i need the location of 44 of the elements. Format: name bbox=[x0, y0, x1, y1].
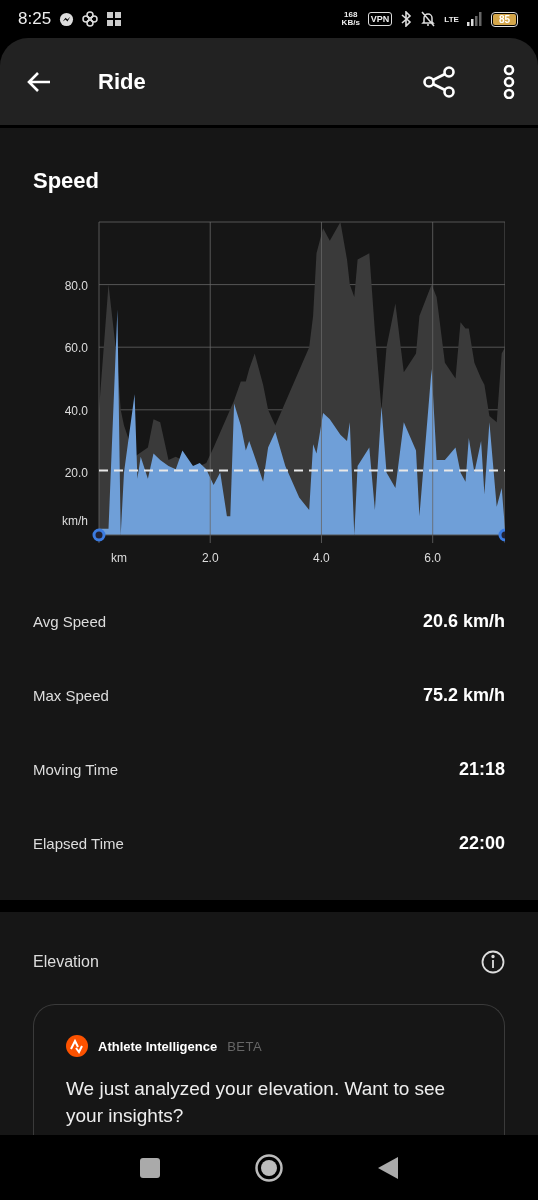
section-title: Elevation bbox=[33, 953, 99, 971]
y-tick-label: 40.0 bbox=[64, 403, 88, 418]
home-button[interactable] bbox=[255, 1153, 283, 1182]
x-tick-label: 2.0 bbox=[201, 551, 219, 565]
network-type: LTE bbox=[444, 14, 459, 24]
pinwheel-icon bbox=[82, 11, 99, 27]
stat-value: 75.2 km/h bbox=[422, 684, 505, 706]
back-nav-button[interactable] bbox=[378, 1156, 398, 1179]
stat-value: 21:18 bbox=[458, 758, 505, 780]
status-time: 8:25 bbox=[18, 9, 52, 29]
battery-indicator: 85 bbox=[490, 11, 518, 27]
app-logo-icon bbox=[66, 1035, 88, 1057]
back-button[interactable] bbox=[26, 69, 52, 94]
insight-text: We just analyzed your elevation. Want to see your insights? bbox=[66, 1077, 447, 1128]
stat-label: Avg Speed bbox=[33, 612, 107, 630]
stat-label: Elapsed Time bbox=[33, 834, 124, 852]
share-button[interactable] bbox=[422, 65, 456, 98]
bluetooth-icon bbox=[400, 11, 413, 27]
stat-value: 20.6 km/h bbox=[422, 610, 505, 632]
signal-icon bbox=[466, 12, 483, 26]
recents-button[interactable] bbox=[140, 1157, 160, 1178]
network-speed: 168 KB/s bbox=[341, 11, 360, 27]
x-tick-label: 4.0 bbox=[313, 551, 330, 565]
chat-bubble-icon bbox=[59, 11, 75, 27]
bell-off-icon bbox=[420, 11, 437, 27]
range-handle[interactable] bbox=[92, 528, 106, 542]
page-title: Ride bbox=[98, 68, 147, 95]
card-title: Athlete Intelligence bbox=[98, 1038, 218, 1054]
more-options-button[interactable] bbox=[502, 64, 516, 99]
x-tick-label: 6.0 bbox=[424, 551, 442, 565]
range-handle[interactable] bbox=[498, 528, 505, 542]
x-axis-label: km bbox=[111, 551, 127, 565]
section-title: Speed bbox=[33, 168, 101, 195]
grid-icon bbox=[106, 11, 123, 27]
y-axis-label: km/h bbox=[62, 514, 88, 528]
stat-label: Max Speed bbox=[33, 686, 109, 704]
info-button[interactable] bbox=[481, 950, 505, 974]
vpn-indicator: VPN bbox=[367, 12, 393, 26]
beta-label: BETA bbox=[227, 1038, 263, 1054]
stat-value: 22:00 bbox=[458, 832, 505, 854]
y-tick-label: 20.0 bbox=[64, 466, 88, 481]
stat-label: Moving Time bbox=[33, 760, 119, 778]
y-tick-label: 60.0 bbox=[64, 341, 88, 356]
y-tick-label: 80.0 bbox=[64, 278, 88, 293]
